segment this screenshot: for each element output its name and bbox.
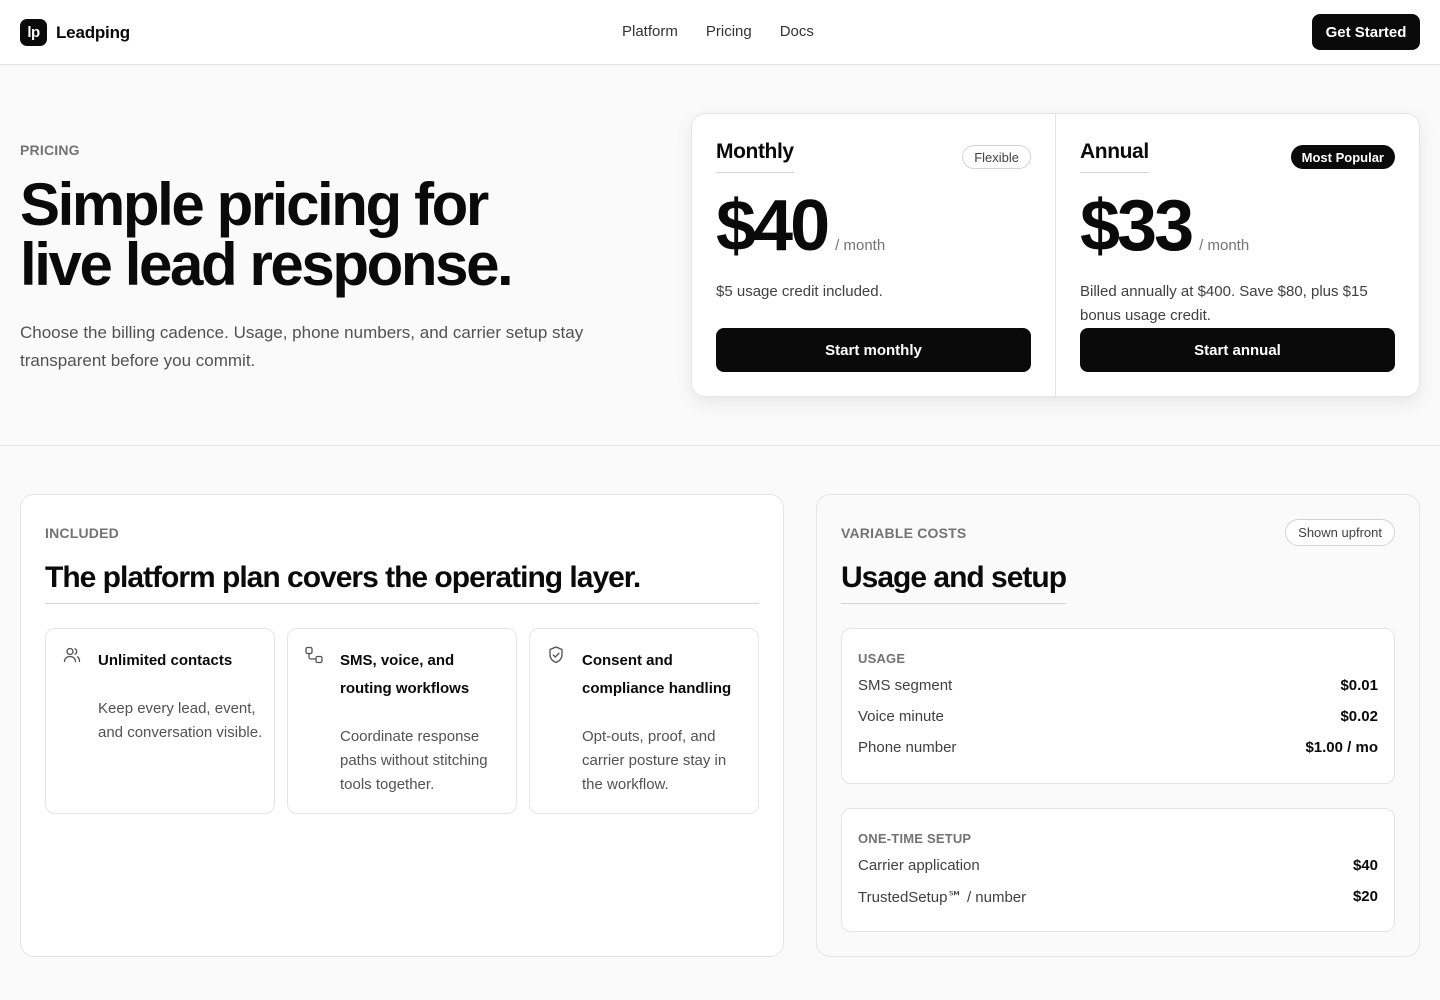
- plan-name: Annual: [1080, 140, 1149, 173]
- cost-name: Carrier application: [858, 857, 980, 874]
- cost-name: Phone number: [858, 739, 957, 756]
- page-title-line-1: Simple pricing for: [20, 171, 489, 238]
- cost-row: Carrier application $40: [858, 850, 1378, 881]
- top-navbar: lp Leadping Platform Pricing Docs Get St…: [0, 0, 1440, 65]
- cost-name: SMS segment: [858, 677, 953, 694]
- included-eyebrow: INCLUDED: [45, 525, 119, 541]
- plan-note: $5 usage credit included.: [716, 283, 883, 300]
- included-title: The platform plan covers the operating l…: [45, 559, 759, 604]
- cost-name: Voice minute: [858, 708, 944, 725]
- hero-eyebrow: PRICING: [20, 142, 80, 158]
- plan-note: Billed annually at $400. Save $80, plus …: [1080, 283, 1368, 324]
- start-annual-button[interactable]: Start annual: [1080, 328, 1395, 372]
- feature-card: Consent and compliance handling Opt-outs…: [529, 628, 759, 814]
- feature-description: Coordinate response paths without stitch…: [340, 728, 488, 793]
- plan-details: INCLUDED The platform plan covers the op…: [0, 446, 1440, 1000]
- cost-row: TrustedSetup℠ / number $20: [858, 881, 1378, 912]
- feature-title: SMS, voice, and routing workflows: [340, 652, 470, 697]
- get-started-button[interactable]: Get Started: [1312, 14, 1420, 50]
- price-amount: $33: [1080, 186, 1194, 266]
- logo-mark: lp: [20, 19, 47, 46]
- variable-title: Usage and setup: [841, 559, 1067, 604]
- cost-row: SMS segment $0.01: [858, 670, 1378, 701]
- most-popular-badge: Most Popular: [1290, 145, 1395, 169]
- feature-description: Opt-outs, proof, and carrier posture sta…: [582, 728, 727, 793]
- included-card: INCLUDED The platform plan covers the op…: [20, 494, 784, 957]
- feature-description: Keep every lead, event, and conversation…: [98, 700, 263, 741]
- plan-name: Monthly: [716, 140, 794, 173]
- cost-name: TrustedSetup℠ / number: [858, 888, 1027, 906]
- pricing-hero: PRICING Simple pricing for live lead res…: [0, 65, 1440, 446]
- feature-list: Unlimited contacts Keep every lead, even…: [45, 628, 759, 814]
- shown-upfront-badge: Shown upfront: [1285, 519, 1395, 546]
- cost-value: $0.02: [1340, 708, 1378, 725]
- cost-value: $0.01: [1340, 677, 1378, 694]
- feature-card: Unlimited contacts Keep every lead, even…: [45, 628, 275, 814]
- cost-value: $40: [1352, 857, 1378, 874]
- feature-title: Consent and compliance handling: [582, 652, 732, 697]
- usage-costs: USAGE SMS segment $0.01 Voice minute $0.…: [841, 628, 1395, 784]
- plan-price: $33 / month: [1080, 186, 1249, 266]
- variable-eyebrow: VARIABLE COSTS: [841, 525, 967, 541]
- cost-row: Phone number $1.00 / mo: [858, 732, 1378, 763]
- hero-subtitle: Choose the billing cadence. Usage, phone…: [20, 323, 584, 370]
- nav-link-docs[interactable]: Docs: [780, 23, 814, 40]
- users-icon: [63, 647, 81, 663]
- cost-value: $1.00 / mo: [1305, 739, 1378, 756]
- price-amount: $40: [716, 186, 830, 266]
- main-nav: Platform Pricing Docs: [622, 23, 814, 40]
- page-title: Simple pricing for live lead response.: [20, 175, 620, 295]
- plan-cards: Monthly Flexible $40 / month $5 usage cr…: [691, 113, 1420, 397]
- feature-title: Unlimited contacts: [98, 652, 233, 669]
- shield-check-icon: [549, 646, 563, 664]
- brand-logo[interactable]: lp Leadping: [20, 19, 130, 46]
- plan-monthly: Monthly Flexible $40 / month $5 usage cr…: [692, 114, 1055, 396]
- setup-label: ONE-TIME SETUP: [858, 831, 972, 846]
- brand-name: Leadping: [56, 22, 130, 42]
- plan-price: $40 / month: [716, 186, 885, 266]
- nav-link-platform[interactable]: Platform: [622, 23, 678, 40]
- usage-label: USAGE: [858, 651, 906, 666]
- price-unit: / month: [1199, 237, 1250, 254]
- plan-badge: Flexible: [962, 145, 1031, 169]
- variable-costs-card: VARIABLE COSTS Shown upfront Usage and s…: [816, 494, 1420, 957]
- page-title-line-2: live lead response.: [20, 231, 514, 298]
- feature-card: SMS, voice, and routing workflows Coordi…: [287, 628, 517, 814]
- cost-value: $20: [1352, 888, 1378, 905]
- plan-annual: Annual Most Popular $33 / month Billed a…: [1055, 114, 1419, 396]
- workflow-icon: [305, 646, 323, 664]
- nav-link-pricing[interactable]: Pricing: [706, 23, 752, 40]
- start-monthly-button[interactable]: Start monthly: [716, 328, 1031, 372]
- price-unit: / month: [835, 237, 886, 254]
- setup-costs: ONE-TIME SETUP Carrier application $40 T…: [841, 808, 1395, 932]
- cost-row: Voice minute $0.02: [858, 701, 1378, 732]
